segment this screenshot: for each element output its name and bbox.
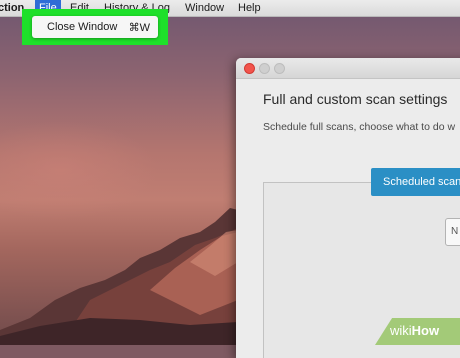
scheduled-scan-tab-label: Scheduled scan xyxy=(383,176,460,188)
watermark-suffix: How xyxy=(411,323,440,338)
close-window-shortcut: ⌘W xyxy=(128,22,150,34)
zoom-window-icon[interactable] xyxy=(274,63,285,74)
watermark-logo: wikiHow xyxy=(390,323,439,338)
minimize-window-icon[interactable] xyxy=(259,63,270,74)
page-description: Schedule full scans, choose what to do w xyxy=(263,121,456,133)
file-menu-dropdown: Close Window ⌘W xyxy=(32,16,158,38)
wikihow-watermark: wikiHow xyxy=(375,318,460,345)
page-title: Full and custom scan settings xyxy=(263,91,448,107)
close-window-menu-item[interactable]: Close Window xyxy=(47,21,117,33)
scheduled-scan-tab[interactable]: Scheduled scan xyxy=(371,168,460,196)
scan-settings-window: Full and custom scan settings Schedule f… xyxy=(236,58,460,358)
app-menu[interactable]: ction xyxy=(0,2,24,14)
scan-option-field[interactable]: N xyxy=(445,218,460,246)
scan-option-field-text: N xyxy=(451,226,459,237)
window-titlebar[interactable] xyxy=(236,58,460,79)
close-window-icon[interactable] xyxy=(244,63,255,74)
watermark-prefix: wiki xyxy=(390,323,412,338)
file-menu-highlight: Close Window ⌘W xyxy=(22,9,168,45)
menu-help[interactable]: Help xyxy=(238,2,261,14)
menu-window[interactable]: Window xyxy=(185,2,224,14)
